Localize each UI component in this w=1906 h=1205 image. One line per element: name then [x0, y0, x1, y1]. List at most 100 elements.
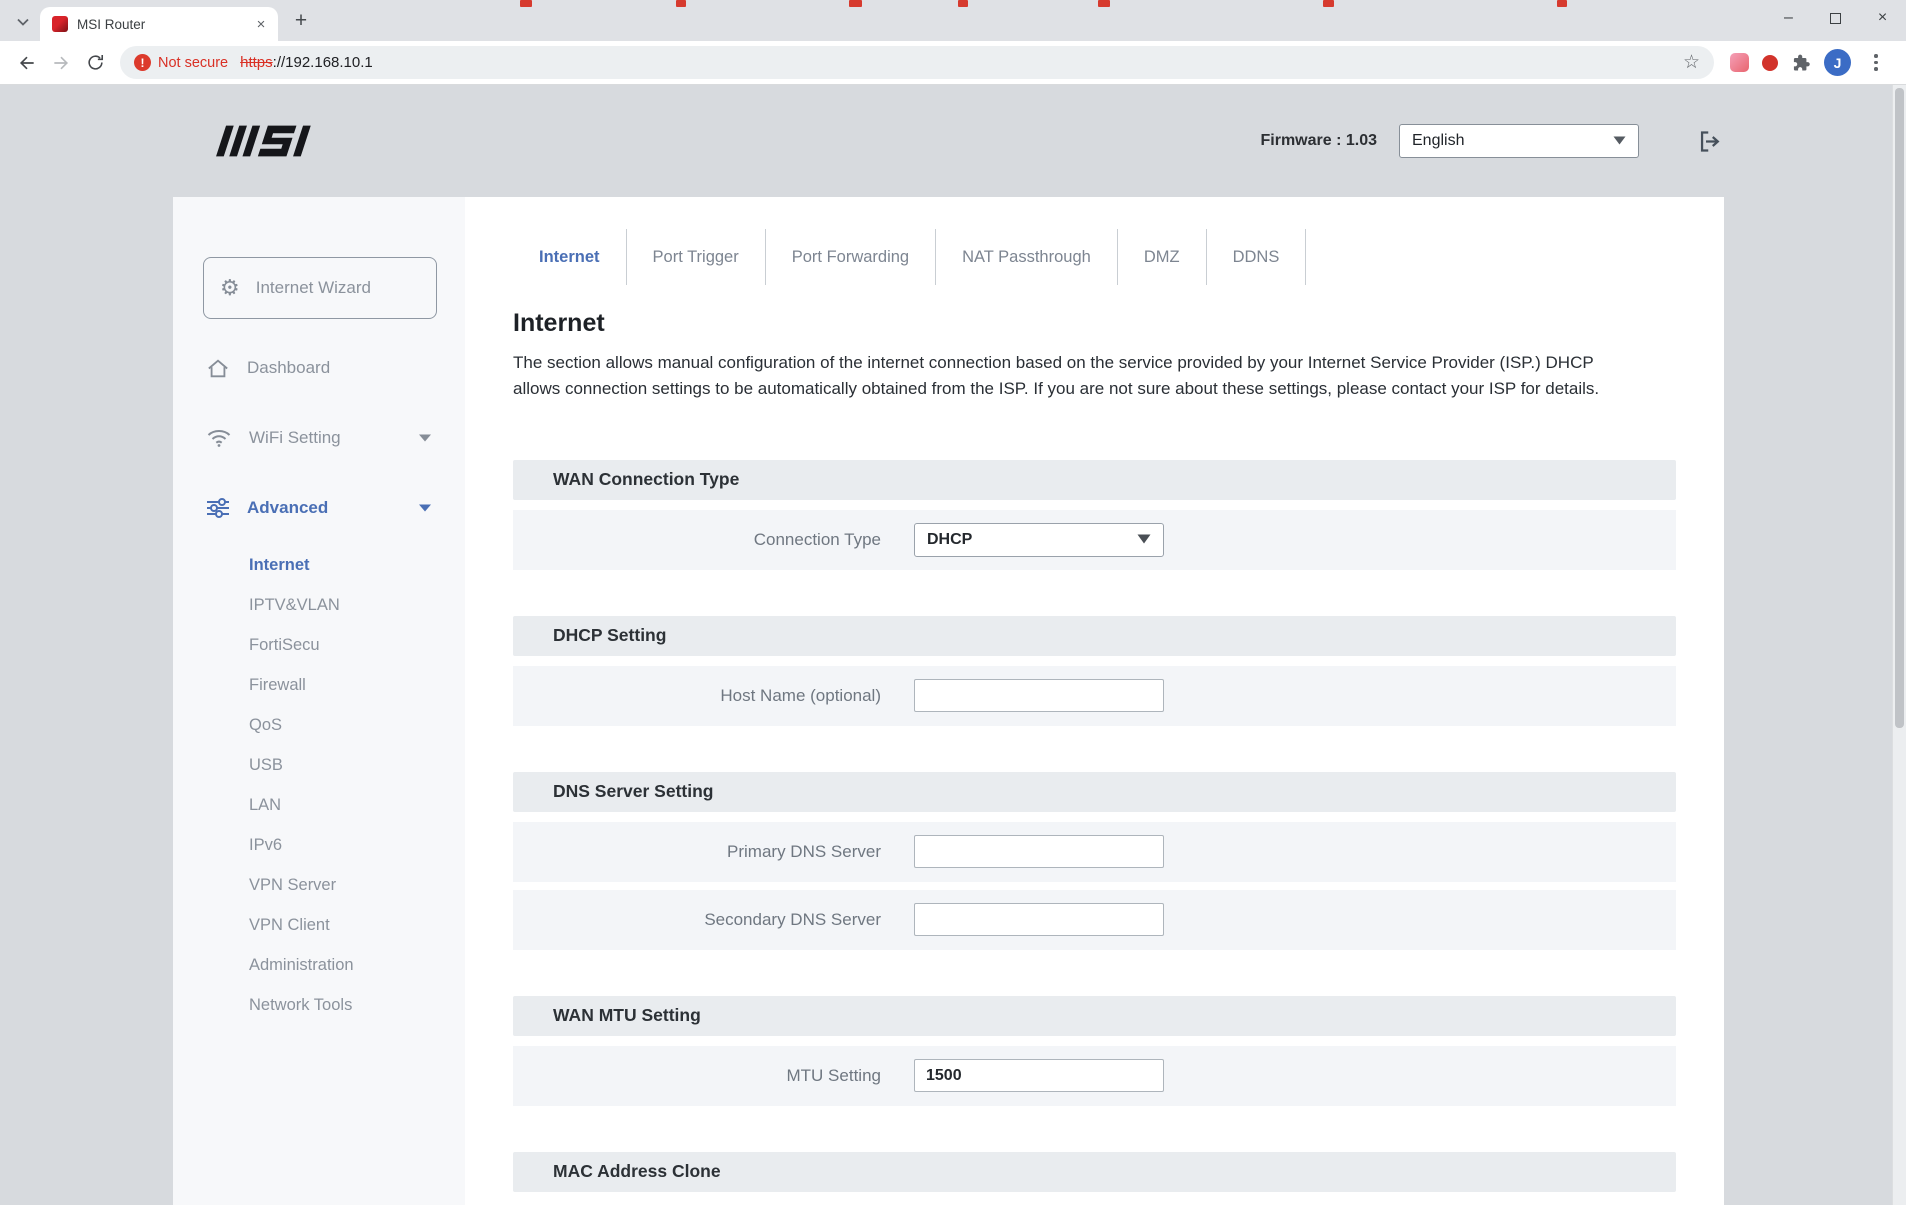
- page-description: The section allows manual configuration …: [513, 350, 1641, 402]
- logout-button[interactable]: [1697, 128, 1724, 155]
- tab-ddns[interactable]: DDNS: [1207, 229, 1306, 285]
- section-header: WAN Connection Type: [513, 460, 1676, 500]
- gear-icon: ⚙: [220, 277, 240, 299]
- sidebar-item-internet-wizard[interactable]: ⚙ Internet Wizard: [203, 257, 437, 319]
- router-admin-page: Firmware : 1.03 English ⚙ Internet Wiz: [0, 85, 1906, 1205]
- sidebar-item-internet[interactable]: Internet: [173, 545, 465, 585]
- browser-tab[interactable]: MSI Router ×: [40, 7, 278, 41]
- mtu-setting-label: MTU Setting: [513, 1066, 881, 1086]
- extensions-puzzle-icon[interactable]: [1791, 53, 1811, 73]
- sidebar-item-vpn-server[interactable]: VPN Server: [173, 865, 465, 905]
- profile-avatar[interactable]: J: [1824, 49, 1851, 76]
- sidebar-item-network-tools[interactable]: Network Tools: [173, 985, 465, 1025]
- browser-toolbar: ! Not secure https ://192.168.10.1 ☆ J: [0, 41, 1906, 85]
- tab-port-forwarding[interactable]: Port Forwarding: [766, 229, 935, 285]
- capture-artifact: [958, 0, 968, 7]
- sidebar-item-dashboard[interactable]: Dashboard: [173, 333, 465, 403]
- section-header: DHCP Setting: [513, 616, 1676, 656]
- recording-extension-icon[interactable]: [1762, 55, 1778, 71]
- connection-type-select[interactable]: DHCP: [914, 523, 1164, 557]
- home-icon: [207, 358, 229, 379]
- capture-artifact: [676, 0, 686, 7]
- close-tab-icon[interactable]: ×: [252, 15, 270, 33]
- form-row: Host Name (optional): [513, 666, 1676, 726]
- primary-dns-input[interactable]: [914, 835, 1164, 868]
- back-button[interactable]: [10, 46, 44, 80]
- chevron-down-icon: [419, 504, 431, 512]
- sidebar-item-fortisecu[interactable]: FortiSecu: [173, 625, 465, 665]
- msi-logo: [189, 119, 329, 163]
- tab-port-trigger[interactable]: Port Trigger: [627, 229, 765, 285]
- sidebar-item-usb[interactable]: USB: [173, 745, 465, 785]
- section-header: DNS Server Setting: [513, 772, 1676, 812]
- section-dhcp-setting: DHCP Setting Host Name (optional): [513, 616, 1676, 726]
- main-content: Internet Port Trigger Port Forwarding NA…: [465, 197, 1724, 1205]
- not-secure-icon: !: [134, 54, 151, 71]
- mtu-setting-input[interactable]: [914, 1059, 1164, 1092]
- forward-arrow-icon: [51, 53, 71, 73]
- maximize-icon: [1830, 13, 1841, 24]
- section-header: WAN MTU Setting: [513, 996, 1676, 1036]
- window-controls: – ×: [1765, 0, 1906, 36]
- chevron-down-icon: [419, 434, 431, 442]
- wifi-icon: [207, 428, 231, 448]
- scrollbar-thumb[interactable]: [1895, 88, 1904, 728]
- sidebar-item-advanced[interactable]: Advanced: [173, 473, 465, 543]
- close-window-button[interactable]: ×: [1859, 0, 1906, 36]
- section-wan-mtu-setting: WAN MTU Setting MTU Setting: [513, 996, 1676, 1106]
- browser-tab-strip: MSI Router × + – ×: [0, 0, 1906, 41]
- section-wan-connection-type: WAN Connection Type Connection Type DHCP: [513, 460, 1676, 570]
- tab-search-button[interactable]: [10, 9, 36, 35]
- bookmark-star-icon[interactable]: ☆: [1683, 51, 1700, 74]
- capture-artifact: [520, 0, 532, 7]
- capture-artifact: [1557, 0, 1567, 7]
- page-title: Internet: [513, 309, 1676, 338]
- host-name-input[interactable]: [914, 679, 1164, 712]
- host-name-label: Host Name (optional): [513, 686, 881, 706]
- firmware-version: Firmware : 1.03: [1261, 132, 1378, 150]
- reload-button[interactable]: [78, 46, 112, 80]
- tab-dmz[interactable]: DMZ: [1118, 229, 1206, 285]
- tab-internet[interactable]: Internet: [513, 229, 626, 285]
- msi-favicon-icon: [52, 16, 68, 32]
- reload-icon: [86, 53, 105, 72]
- maximize-button[interactable]: [1812, 0, 1859, 36]
- extension-icon[interactable]: [1730, 53, 1749, 72]
- language-value: English: [1412, 132, 1464, 150]
- form-row: MTU Setting: [513, 1046, 1676, 1106]
- chevron-down-icon: [1613, 132, 1626, 150]
- minimize-button[interactable]: –: [1765, 0, 1812, 36]
- address-bar[interactable]: ! Not secure https ://192.168.10.1 ☆: [120, 46, 1714, 79]
- page-scrollbar[interactable]: [1892, 85, 1906, 1205]
- logout-icon: [1697, 128, 1724, 155]
- form-row: Connection Type DHCP: [513, 510, 1676, 570]
- section-mac-address-clone: MAC Address Clone: [513, 1152, 1676, 1192]
- sidebar-item-label: Advanced: [247, 498, 328, 518]
- chevron-down-icon: [17, 18, 29, 26]
- chevron-down-icon: [1137, 531, 1151, 549]
- sidebar-item-label: Internet Wizard: [256, 278, 371, 298]
- sidebar-item-qos[interactable]: QoS: [173, 705, 465, 745]
- sidebar-item-lan[interactable]: LAN: [173, 785, 465, 825]
- secondary-dns-input[interactable]: [914, 903, 1164, 936]
- form-row: Primary DNS Server: [513, 822, 1676, 882]
- forward-button[interactable]: [44, 46, 78, 80]
- browser-menu-icon[interactable]: [1864, 49, 1888, 77]
- sliders-icon: [207, 498, 229, 518]
- sidebar-item-ipv6[interactable]: IPv6: [173, 825, 465, 865]
- sidebar-item-administration[interactable]: Administration: [173, 945, 465, 985]
- primary-dns-label: Primary DNS Server: [513, 842, 881, 862]
- language-select[interactable]: English: [1399, 124, 1639, 158]
- sidebar-item-vpn-client[interactable]: VPN Client: [173, 905, 465, 945]
- sidebar-item-iptv-vlan[interactable]: IPTV&VLAN: [173, 585, 465, 625]
- capture-artifact: [1323, 0, 1334, 7]
- tab-nat-passthrough[interactable]: NAT Passthrough: [936, 229, 1117, 285]
- security-chip[interactable]: Not secure: [158, 55, 228, 71]
- sidebar-item-wifi-setting[interactable]: WiFi Setting: [173, 403, 465, 473]
- section-dns-server-setting: DNS Server Setting Primary DNS Server Se…: [513, 772, 1676, 950]
- connection-type-value: DHCP: [927, 531, 972, 549]
- section-header: MAC Address Clone: [513, 1152, 1676, 1192]
- sidebar-item-firewall[interactable]: Firewall: [173, 665, 465, 705]
- new-tab-button[interactable]: +: [287, 7, 315, 35]
- capture-artifact: [849, 0, 862, 7]
